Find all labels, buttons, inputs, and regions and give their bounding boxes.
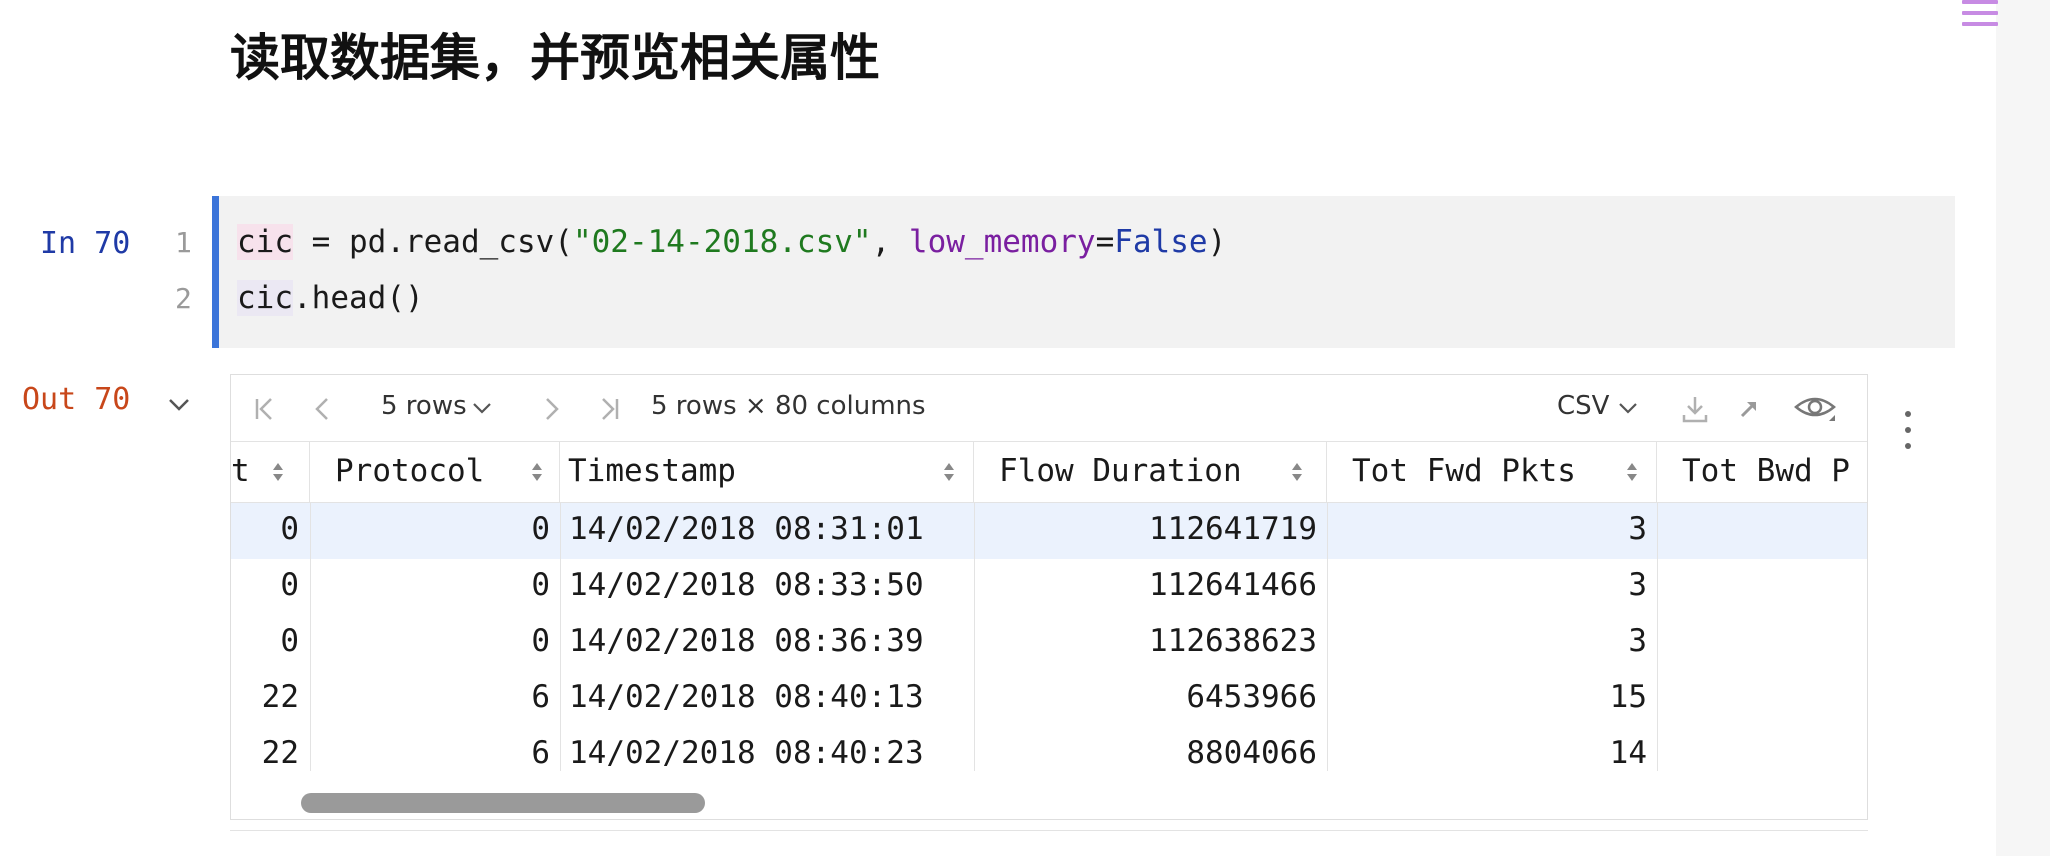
column-header-label: Flow Duration xyxy=(999,453,1242,489)
code-text: ) xyxy=(1207,224,1227,260)
selected-row-highlight xyxy=(231,503,1867,559)
table-cell[interactable]: 112638623 xyxy=(1149,623,1317,659)
table-cell[interactable]: 0 xyxy=(280,623,299,659)
open-external-icon[interactable] xyxy=(1733,393,1765,425)
code-text: , xyxy=(871,224,909,260)
sort-icon[interactable] xyxy=(530,461,544,483)
column-divider xyxy=(974,503,975,771)
table-cell[interactable]: 6 xyxy=(531,735,550,771)
sort-icon[interactable] xyxy=(1625,461,1639,483)
code-text: = pd.read_csv( xyxy=(293,224,573,260)
column-divider xyxy=(560,503,561,771)
rows-per-page-select[interactable]: 5 rows xyxy=(381,391,467,421)
table-cell[interactable]: 6 xyxy=(531,679,550,715)
data-grid[interactable]: t Protocol Timestamp Flow Duration Tot F… xyxy=(231,441,1867,771)
column-header-label: Timestamp xyxy=(568,453,736,489)
code-line-1[interactable]: cic = pd.read_csv("02-14-2018.csv", low_… xyxy=(237,224,1226,260)
table-cell[interactable]: 14/02/2018 08:40:13 xyxy=(569,679,924,715)
table-cell[interactable]: 22 xyxy=(262,679,299,715)
code-cell[interactable]: 1 2 cic = pd.read_csv("02-14-2018.csv", … xyxy=(175,196,1955,348)
next-page-icon[interactable] xyxy=(535,393,567,425)
line-number: 1 xyxy=(175,226,192,259)
table-cell[interactable]: 3 xyxy=(1628,623,1647,659)
sort-icon[interactable] xyxy=(1290,461,1304,483)
chevron-down-icon[interactable] xyxy=(469,395,495,421)
download-icon[interactable] xyxy=(1679,393,1711,425)
column-divider xyxy=(1657,503,1658,771)
table-cell[interactable]: 112641466 xyxy=(1149,567,1317,603)
sort-icon[interactable] xyxy=(942,461,956,483)
table-cell[interactable]: 14/02/2018 08:33:50 xyxy=(569,567,924,603)
cell-output-label: Out 70 xyxy=(22,382,131,417)
table-toolbar: 5 rows 5 rows × 80 columns CSV xyxy=(231,375,1867,442)
prev-page-icon[interactable] xyxy=(307,393,339,425)
column-header[interactable]: Flow Duration xyxy=(974,441,1327,503)
more-options-icon[interactable] xyxy=(1896,408,1920,452)
column-header[interactable]: t xyxy=(231,441,310,503)
code-variable: cic xyxy=(237,224,293,260)
collapse-output-chevron-icon[interactable] xyxy=(165,390,193,418)
column-header-label: t xyxy=(231,453,250,489)
right-gutter xyxy=(1996,0,2050,856)
column-header-label: Tot Fwd Pkts xyxy=(1352,453,1576,489)
table-cell[interactable]: 3 xyxy=(1628,511,1647,547)
code-string: "02-14-2018.csv" xyxy=(572,224,872,260)
table-cell[interactable]: 3 xyxy=(1628,567,1647,603)
code-line-2[interactable]: cic.head() xyxy=(237,280,424,316)
table-cell[interactable]: 8804066 xyxy=(1186,735,1317,771)
minimap-markers[interactable] xyxy=(1962,0,1998,50)
table-cell[interactable]: 0 xyxy=(280,511,299,547)
export-format-select[interactable]: CSV xyxy=(1557,391,1609,421)
table-cell[interactable]: 14/02/2018 08:40:23 xyxy=(569,735,924,771)
code-constant: False xyxy=(1114,224,1208,260)
table-shape: 5 rows × 80 columns xyxy=(651,391,926,421)
table-cell[interactable]: 22 xyxy=(262,735,299,771)
table-cell[interactable]: 0 xyxy=(531,511,550,547)
table-cell[interactable]: 0 xyxy=(531,567,550,603)
output-bottom-divider xyxy=(230,830,1868,831)
first-page-icon[interactable] xyxy=(249,393,281,425)
column-header-label: Tot Bwd P xyxy=(1682,453,1850,489)
column-header[interactable]: Tot Fwd Pkts xyxy=(1327,441,1657,503)
table-cell[interactable]: 0 xyxy=(280,567,299,603)
code-variable: cic xyxy=(237,280,293,316)
column-header-label: Protocol xyxy=(335,453,485,489)
table-cell[interactable]: 0 xyxy=(531,623,550,659)
line-number: 2 xyxy=(175,282,192,315)
cell-input-label: In 70 xyxy=(40,226,131,261)
table-cell[interactable]: 15 xyxy=(1610,679,1647,715)
column-divider xyxy=(1327,503,1328,771)
sort-icon[interactable] xyxy=(271,461,285,483)
last-page-icon[interactable] xyxy=(593,393,625,425)
table-cell[interactable]: 14 xyxy=(1610,735,1647,771)
code-keyword-arg: low_memory xyxy=(908,224,1096,260)
column-header[interactable]: Timestamp xyxy=(560,441,974,503)
table-cell[interactable]: 6453966 xyxy=(1186,679,1317,715)
table-cell[interactable]: 14/02/2018 08:36:39 xyxy=(569,623,924,659)
dataframe-viewer: 5 rows 5 rows × 80 columns CSV t Protoco… xyxy=(230,374,1868,820)
markdown-heading: 读取数据集，并预览相关属性 xyxy=(230,29,880,87)
horizontal-scrollbar[interactable] xyxy=(301,793,705,813)
rows-select-label: 5 rows xyxy=(381,391,467,421)
code-text: .head() xyxy=(293,280,424,316)
table-cell[interactable]: 112641719 xyxy=(1149,511,1317,547)
column-header[interactable]: Protocol xyxy=(310,441,560,503)
code-text: = xyxy=(1095,224,1115,260)
column-divider xyxy=(310,503,311,771)
column-header[interactable]: Tot Bwd P xyxy=(1657,441,1867,503)
table-cell[interactable]: 14/02/2018 08:31:01 xyxy=(569,511,924,547)
eye-icon[interactable] xyxy=(1793,389,1837,425)
chevron-down-icon[interactable] xyxy=(1615,395,1641,421)
